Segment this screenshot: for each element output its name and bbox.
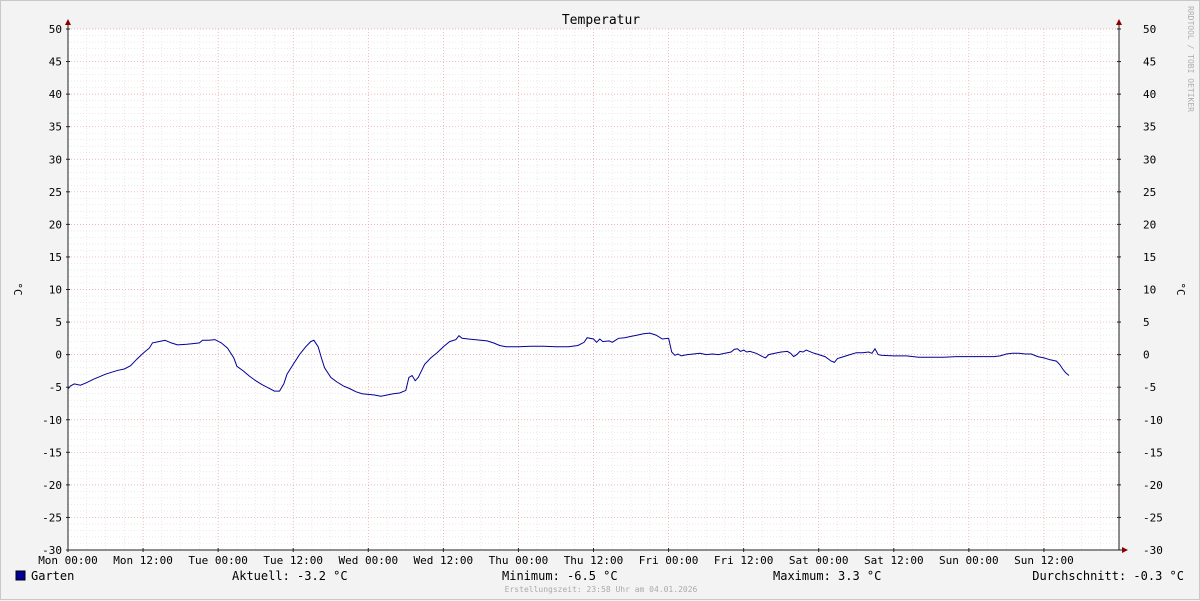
y-tick-label-left: 30	[49, 153, 62, 166]
y-tick-label-left: -15	[42, 446, 62, 459]
y-tick-label-left: -10	[42, 414, 62, 427]
legend-maximum: Maximum: 3.3 °C	[773, 569, 881, 583]
y-axis-label-right: °C	[1174, 282, 1187, 295]
legend-average: Durchschnitt: -0.3 °C	[1032, 569, 1184, 583]
x-tick-label: Sun 00:00	[939, 554, 999, 567]
x-tick-label: Tue 12:00	[263, 554, 323, 567]
x-tick-label: Wed 12:00	[414, 554, 474, 567]
y-tick-label-left: 15	[49, 251, 62, 264]
y-tick-label-left: 25	[49, 186, 62, 199]
watermark: RRDTOOL / TOBI OETIKER	[1186, 6, 1195, 112]
y-axis-arrow-left	[65, 19, 71, 25]
y-tick-label-right: 10	[1143, 284, 1156, 297]
y-tick-label-left: 40	[49, 88, 62, 101]
y-tick-label-right: -5	[1143, 381, 1156, 394]
legend-current: Aktuell: -3.2 °C	[232, 569, 348, 583]
x-tick-label: Fri 00:00	[639, 554, 699, 567]
legend-swatch	[15, 570, 26, 581]
y-axis-arrow-right	[1116, 19, 1122, 25]
y-tick-label-right: 0	[1143, 349, 1150, 362]
y-tick-label-right: 45	[1143, 56, 1156, 69]
x-tick-label: Fri 12:00	[714, 554, 774, 567]
y-tick-label-right: 25	[1143, 186, 1156, 199]
creation-time: Erstellungszeit: 23:58 Uhr am 04.01.2026	[505, 585, 698, 594]
y-tick-label-right: -30	[1143, 544, 1163, 557]
y-axis-label-left: °C	[11, 282, 24, 295]
y-tick-label-right: 20	[1143, 218, 1156, 231]
y-tick-label-left: 45	[49, 56, 62, 69]
x-axis-arrow	[1122, 547, 1128, 553]
x-tick-label: Wed 00:00	[338, 554, 398, 567]
x-tick-label: Mon 00:00	[38, 554, 98, 567]
x-tick-label: Sun 12:00	[1014, 554, 1074, 567]
y-tick-label-right: 30	[1143, 153, 1156, 166]
y-tick-label-left: 35	[49, 121, 62, 134]
temperature-chart: 50 5045 4540 4035 3530 3025 2520 2015 1510 105 50 0…	[11, 6, 1195, 594]
y-tick-label-left: 0	[55, 349, 62, 362]
y-tick-label-left: -25	[42, 511, 62, 524]
y-tick-label-left: -20	[42, 479, 62, 492]
y-tick-label-right: -20	[1143, 479, 1163, 492]
y-tick-label-right: 50	[1143, 23, 1156, 36]
y-tick-label-left: 20	[49, 218, 62, 231]
x-tick-label: Tue 00:00	[188, 554, 248, 567]
y-tick-label-right: 40	[1143, 88, 1156, 101]
legend-series-name: Garten	[31, 569, 74, 583]
y-tick-label-left: -5	[49, 381, 62, 394]
y-tick-label-right: -15	[1143, 446, 1163, 459]
chart-frame: 50 50 45 45 40 40 35 35 30 30 25 25 20 20 15 15 10 10 5 5 0 0…	[0, 0, 1200, 600]
chart-title: Temperatur	[562, 13, 640, 28]
y-tick-label-left: 5	[55, 316, 62, 329]
y-tick-label-right: 15	[1143, 251, 1156, 264]
y-tick-label-right: 5	[1143, 316, 1150, 329]
x-tick-label: Thu 00:00	[489, 554, 549, 567]
x-tick-label: Thu 12:00	[564, 554, 624, 567]
x-tick-label: Sat 00:00	[789, 554, 849, 567]
y-tick-label-left: 50	[49, 23, 62, 36]
x-tick-label: Mon 12:00	[113, 554, 173, 567]
x-tick-label: Sat 12:00	[864, 554, 924, 567]
y-tick-label-right: 35	[1143, 121, 1156, 134]
legend-minimum: Minimum: -6.5 °C	[502, 569, 618, 583]
y-tick-label-left: 10	[49, 284, 62, 297]
y-tick-label-right: -25	[1143, 511, 1163, 524]
y-tick-label-right: -10	[1143, 414, 1163, 427]
